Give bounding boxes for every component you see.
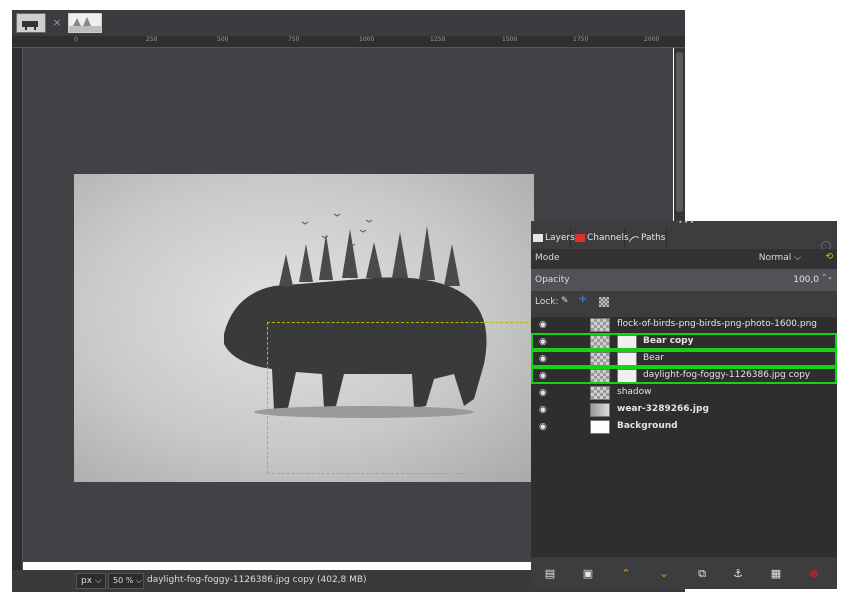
ruler-tick: 500 [217,36,229,43]
layer-boundary-selection [267,322,533,474]
channels-icon [575,234,585,242]
dock-tabs: Layers Channels Paths [531,229,837,251]
visibility-eye-icon[interactable]: ◉ [539,388,549,398]
layer-name: Background [617,421,678,431]
mode-reset-icon[interactable]: ⟲ [825,252,833,262]
ruler-tick: 1500 [502,36,518,43]
visibility-eye-icon[interactable]: ◉ [539,405,549,415]
mode-row[interactable]: Mode Normal ⌵ ⟲ [531,249,837,269]
new-layer-icon[interactable]: ▤ [543,567,557,581]
mode-select[interactable]: Normal ⌵ [759,253,801,263]
opacity-label: Opacity [535,275,570,285]
tab-paths-label: Paths [641,233,666,243]
ruler-tick: 2000 [644,36,660,43]
mode-label: Mode [535,253,560,263]
layers-list[interactable]: ◉ flock-of-birds-png-birds-png-photo-160… [531,317,837,557]
lock-alpha-icon[interactable] [599,297,609,307]
zoom-value: 50 % [113,576,134,585]
unit-value: px [81,576,93,586]
layer-name: wear-3289266.jpg [617,404,709,414]
gimp-window: × 0 250 500 750 1000 1250 1500 1750 2000 [0,0,850,600]
unit-select[interactable]: px ⌵ [76,573,106,589]
image-tab-fog-thumbnail[interactable] [68,13,102,33]
layer-thumbnail [590,403,610,417]
delete-layer-icon[interactable]: ⊗ [807,567,821,581]
image-tab-bear-thumbnail[interactable] [16,13,46,33]
layer-thumbnail [590,386,610,400]
composite-image-bear-forest [74,174,534,482]
lock-row: Lock: ✎ ✛ [531,293,837,313]
layer-row[interactable]: ◉ wear-3289266.jpg [531,402,837,418]
vertical-ruler[interactable] [12,48,23,570]
raise-layer-icon[interactable]: ⌃ [619,567,633,581]
image-tab-bar: × [12,10,685,36]
visibility-eye-icon[interactable]: ◉ [539,422,549,432]
lock-label: Lock: [535,297,559,307]
opacity-value[interactable]: 100,0 [793,275,819,285]
bear-thumbnail-icon [22,21,38,30]
ruler-tick: 750 [288,36,300,43]
layers-footer-toolbar: ▤ ▣ ⌃ ⌄ ⧉ ⚓ ▦ ⊗ [531,561,837,589]
scrollbar-thumb[interactable] [676,52,683,212]
opacity-spin-icon[interactable]: ⌃⌄ [821,273,833,281]
status-message: daylight-fog-foggy-1126386.jpg copy (402… [147,575,367,585]
layers-icon [533,234,543,242]
layer-row[interactable]: ◉ flock-of-birds-png-birds-png-photo-160… [531,317,837,333]
tab-channels[interactable]: Channels [573,229,629,247]
layer-name: shadow [617,387,652,397]
highlight-box-bear-copy [531,333,837,350]
tab-close-icon[interactable]: × [50,16,64,30]
ruler-tick: 1250 [430,36,446,43]
layer-thumbnail [590,420,610,434]
new-group-icon[interactable]: ▣ [581,567,595,581]
highlight-box-bear [531,350,837,367]
ruler-tick: 250 [146,36,158,43]
lower-layer-icon[interactable]: ⌄ [657,567,671,581]
layer-thumbnail [590,318,610,332]
tab-channels-label: Channels [587,233,629,243]
layer-name: flock-of-birds-png-birds-png-photo-1600.… [617,319,818,329]
opacity-row[interactable]: Opacity 100,0 ⌃⌄ [531,269,837,291]
ruler-tick: 1000 [359,36,375,43]
merge-down-icon[interactable]: ▦ [769,567,783,581]
anchor-layer-icon[interactable]: ⚓ [731,567,745,581]
ruler-tick: 0 [74,36,78,43]
paths-icon [629,236,639,242]
duplicate-layer-icon[interactable]: ⧉ [695,567,709,581]
lock-pixels-icon[interactable]: ✎ [561,296,569,306]
visibility-eye-icon[interactable]: ◉ [539,320,549,330]
layers-dock: ••• Layers Channels Paths Mode Normal ⌵ … [531,218,837,589]
dock-drag-handle[interactable]: ••• [678,218,695,227]
lock-position-icon[interactable]: ✛ [579,295,587,305]
zoom-select[interactable]: 50 % ⌵ [108,573,144,589]
ruler-tick: 1750 [573,36,589,43]
horizontal-ruler[interactable]: 0 250 500 750 1000 1250 1500 1750 2000 [12,36,685,48]
mode-value: Normal [758,253,792,263]
layer-row[interactable]: ◉ shadow [531,385,837,401]
fog-thumbnail-icon [69,17,101,32]
tab-paths[interactable]: Paths [627,229,667,247]
tab-layers[interactable]: Layers [531,229,575,247]
highlight-box-fog-copy [531,367,837,384]
layer-row[interactable]: ◉ Background [531,419,837,435]
tab-layers-label: Layers [545,233,575,243]
